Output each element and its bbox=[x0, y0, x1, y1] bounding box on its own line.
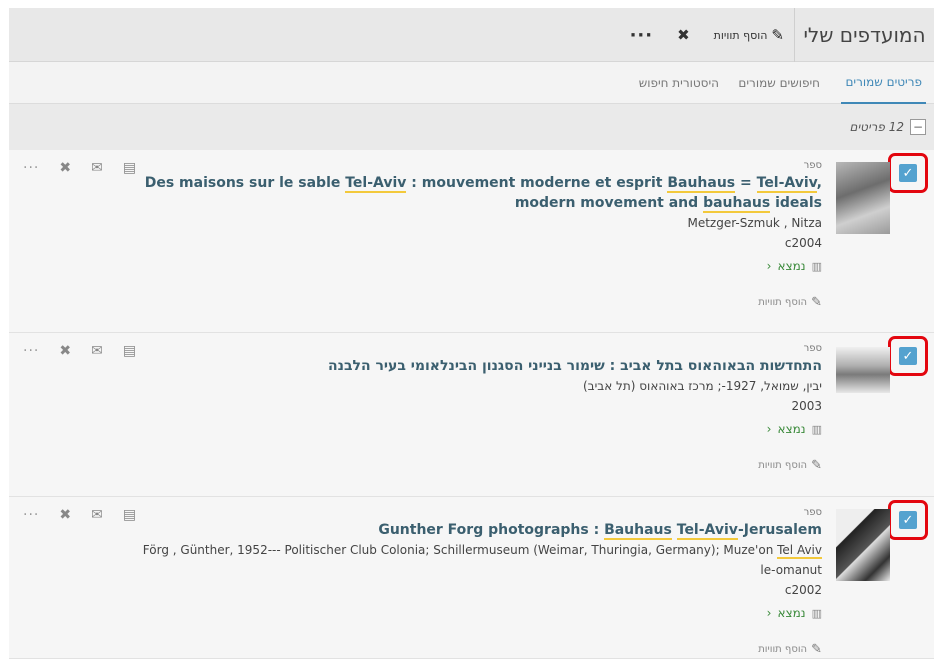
more-options-icon[interactable]: ··· bbox=[23, 343, 39, 359]
availability-status: נמצא bbox=[777, 422, 806, 436]
unpin-icon[interactable]: ✖ bbox=[59, 507, 71, 523]
tab-search-history[interactable]: היסטורית חיפוש bbox=[639, 62, 719, 104]
header-add-tags-label: הוסף תוויות bbox=[713, 28, 768, 42]
checkbox-highlight: ✓ bbox=[888, 336, 928, 376]
more-options-icon[interactable]: ··· bbox=[23, 160, 39, 176]
results-count-bar: − 12 פריטים bbox=[9, 104, 934, 150]
availability-status: נמצא bbox=[777, 259, 806, 273]
pencil-icon: ✎ bbox=[811, 642, 822, 657]
title-highlight: Bauhaus bbox=[667, 175, 736, 193]
citation-icon[interactable]: ▤ bbox=[123, 343, 136, 359]
availability-status: נמצא bbox=[777, 606, 806, 620]
page-header: המועדפים שלי ✎ הוסף תוויות ✖ ··· bbox=[9, 8, 934, 62]
book-cover-thumbnail[interactable] bbox=[836, 347, 890, 393]
title-text: : mouvement moderne et esprit bbox=[406, 175, 668, 191]
checkbox-highlight: ✓ bbox=[888, 153, 928, 193]
add-tags-button[interactable]: ✎ הוסף תוויות bbox=[132, 458, 822, 473]
author-highlight: Tel Aviv bbox=[777, 543, 822, 559]
item-actions: ··· ✖ ✉ ▤ bbox=[23, 343, 136, 359]
title-text: Gunther Forg photographs : bbox=[378, 522, 605, 538]
pencil-icon: ✎ bbox=[811, 295, 822, 310]
title-text: -Jerusalem bbox=[737, 522, 822, 538]
pencil-icon: ✎ bbox=[771, 26, 784, 44]
author-text: le-omanut bbox=[760, 563, 822, 577]
header-add-tags-button[interactable]: ✎ הוסף תוויות bbox=[714, 26, 784, 44]
title-highlight: bauhaus bbox=[703, 195, 771, 213]
title-text: = bbox=[735, 175, 757, 191]
list-item: ✓ ספר Des maisons sur le sable Tel-Aviv … bbox=[9, 150, 934, 333]
title-highlight: Bauhaus bbox=[604, 522, 672, 540]
items-count: 12 פריטים bbox=[849, 120, 904, 134]
book-icon: ▥ bbox=[811, 422, 822, 436]
item-type: ספר bbox=[803, 507, 822, 518]
pencil-icon: ✎ bbox=[811, 458, 822, 473]
item-year: 2003 bbox=[791, 399, 822, 413]
availability-link[interactable]: ▥ נמצא ‹ bbox=[132, 259, 822, 273]
title-text: ideals bbox=[770, 195, 822, 211]
item-checkbox[interactable]: ✓ bbox=[899, 164, 917, 182]
book-icon: ▥ bbox=[811, 259, 822, 273]
title-highlight: Tel-Aviv bbox=[756, 175, 817, 193]
header-toolbar: ✎ הוסף תוויות ✖ ··· bbox=[630, 8, 784, 62]
list-item: ✓ ספר Gunther Forg photographs : Bauhaus… bbox=[9, 497, 934, 659]
author-text: Förg , Günther, 1952--- Politischer Club… bbox=[142, 543, 778, 557]
list-item: ✓ ספר התחדשות הבאוהאוס בתל אביב : שימור … bbox=[9, 333, 934, 497]
add-tags-button[interactable]: ✎ הוסף תוויות bbox=[132, 642, 822, 657]
book-cover-thumbnail[interactable] bbox=[836, 509, 890, 581]
citation-icon[interactable]: ▤ bbox=[123, 507, 136, 523]
item-title[interactable]: Des maisons sur le sable Tel-Aviv : mouv… bbox=[132, 173, 822, 213]
add-tags-label: הוסף תוויות bbox=[758, 644, 808, 655]
item-title[interactable]: Gunther Forg photographs : Bauhaus Tel-A… bbox=[132, 520, 822, 540]
add-tags-label: הוסף תוויות bbox=[758, 297, 808, 308]
availability-link[interactable]: ▥ נמצא ‹ bbox=[132, 606, 822, 620]
page-title: המועדפים שלי bbox=[794, 8, 934, 62]
favorites-tabs: פריטים שמורים חיפושים שמורים היסטורית חי… bbox=[9, 62, 934, 104]
more-options-icon[interactable]: ··· bbox=[23, 507, 39, 523]
item-year: c2004 bbox=[784, 236, 822, 250]
item-content: ספר Gunther Forg photographs : Bauhaus T… bbox=[132, 507, 822, 657]
availability-link[interactable]: ▥ נמצא ‹ bbox=[132, 422, 822, 436]
title-text: Des maisons sur le sable bbox=[144, 175, 346, 191]
email-icon[interactable]: ✉ bbox=[91, 160, 103, 176]
item-content: ספר התחדשות הבאוהאוס בתל אביב : שימור בנ… bbox=[132, 343, 822, 473]
item-type: ספר bbox=[803, 343, 822, 354]
tab-saved-searches[interactable]: חיפושים שמורים bbox=[738, 62, 820, 104]
add-tags-button[interactable]: ✎ הוסף תוויות bbox=[132, 295, 822, 310]
item-checkbox[interactable]: ✓ bbox=[899, 347, 917, 365]
checkbox-highlight: ✓ bbox=[888, 500, 928, 540]
item-content: ספר Des maisons sur le sable Tel-Aviv : … bbox=[132, 160, 822, 310]
book-cover-thumbnail[interactable] bbox=[836, 162, 890, 234]
item-author: Förg , Günther, 1952--- Politischer Club… bbox=[132, 540, 822, 580]
book-icon: ▥ bbox=[811, 606, 822, 620]
unpin-icon[interactable]: ✖ bbox=[677, 26, 690, 44]
item-year: c2002 bbox=[784, 583, 822, 597]
item-title[interactable]: התחדשות הבאוהאוס בתל אביב : שימור בנייני… bbox=[132, 356, 822, 376]
email-icon[interactable]: ✉ bbox=[91, 507, 103, 523]
deselect-all-checkbox[interactable]: − bbox=[910, 119, 926, 135]
citation-icon[interactable]: ▤ bbox=[123, 160, 136, 176]
chevron-left-icon: ‹ bbox=[766, 606, 772, 620]
item-actions: ··· ✖ ✉ ▤ bbox=[23, 160, 136, 176]
item-author: יבין, שמואל, 1927-; מרכז באוהאוס (תל אבי… bbox=[582, 379, 822, 393]
item-checkbox[interactable]: ✓ bbox=[899, 511, 917, 529]
title-highlight: Tel-Aviv bbox=[345, 175, 407, 193]
item-actions: ··· ✖ ✉ ▤ bbox=[23, 507, 136, 523]
tab-saved-items[interactable]: פריטים שמורים bbox=[841, 62, 926, 104]
chevron-left-icon: ‹ bbox=[766, 422, 772, 436]
title-highlight: Tel-Aviv bbox=[676, 522, 738, 540]
add-tags-label: הוסף תוויות bbox=[758, 460, 808, 471]
unpin-icon[interactable]: ✖ bbox=[59, 160, 71, 176]
item-type: ספר bbox=[803, 160, 822, 171]
item-author: Metzger-Szmuk , Nitza bbox=[687, 216, 822, 230]
chevron-left-icon: ‹ bbox=[766, 259, 772, 273]
unpin-icon[interactable]: ✖ bbox=[59, 343, 71, 359]
email-icon[interactable]: ✉ bbox=[91, 343, 103, 359]
more-options-icon[interactable]: ··· bbox=[630, 25, 654, 46]
